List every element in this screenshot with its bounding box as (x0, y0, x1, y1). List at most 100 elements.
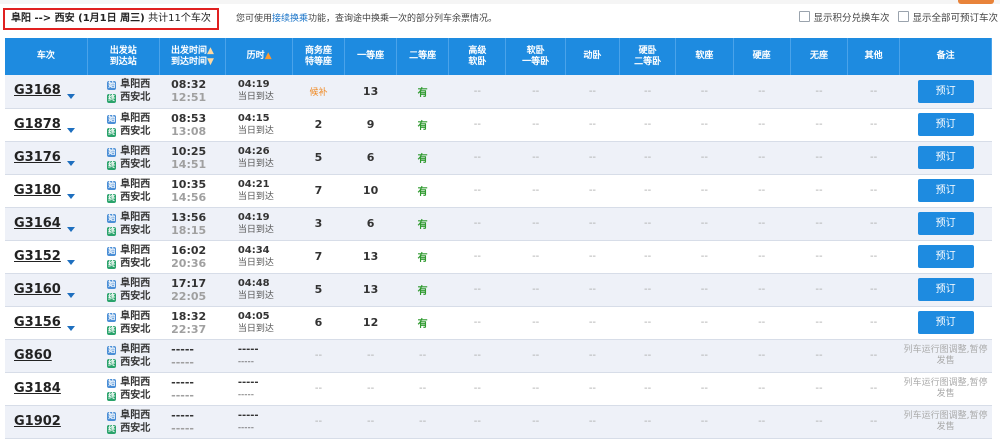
book-button[interactable]: 预订 (917, 113, 974, 136)
train-number-link[interactable]: G3180 (14, 183, 61, 198)
business-seat[interactable]: 7 (292, 240, 345, 274)
arrive-day: 当日到达 (237, 158, 274, 169)
business-seat[interactable]: 5 (292, 273, 345, 307)
business-seat[interactable]: -- (292, 339, 345, 373)
hard-seat: -- (733, 75, 791, 109)
arrival-time: ----- (171, 388, 194, 402)
train-cell: G3180 (5, 174, 88, 208)
first-class-seat[interactable]: 10 (344, 174, 397, 208)
departure-time: ----- (171, 375, 194, 389)
duration-cell: 04:34 当日到达 (225, 240, 293, 274)
train-number-link[interactable]: G3176 (14, 150, 61, 165)
book-button[interactable]: 预订 (917, 179, 974, 202)
route-text: 阜阳 --> 西安 (1月1日 周三) (11, 13, 145, 24)
second-class-seat[interactable]: 有 (396, 75, 449, 109)
points-checkbox[interactable] (799, 11, 811, 22)
chevron-down-icon[interactable] (66, 259, 75, 265)
first-class-seat[interactable]: 13 (344, 75, 397, 109)
chevron-down-icon[interactable] (66, 226, 75, 232)
second-class-seat[interactable]: 有 (396, 108, 449, 142)
duration-cell: 04:48 当日到达 (225, 273, 293, 307)
book-button[interactable]: 预订 (917, 311, 974, 334)
second-class-seat[interactable]: 有 (396, 141, 449, 175)
sort-up-icon[interactable]: ▲ (207, 46, 214, 56)
chevron-down-icon[interactable] (66, 160, 75, 166)
stations-cell: 始阜阳西终西安北 (87, 306, 160, 340)
header-duration[interactable]: 历时▲ (225, 38, 293, 75)
no-seat: -- (790, 75, 848, 109)
sort-icon[interactable]: ▲ (265, 51, 272, 61)
second-class-seat[interactable]: 有 (396, 273, 449, 307)
remark-cell: 列车运行图调整,暂停发售 (899, 372, 992, 406)
other-seat: -- (847, 372, 900, 406)
second-class-seat[interactable]: -- (396, 372, 449, 406)
soft-seat: -- (675, 240, 734, 274)
train-number-link[interactable]: G1878 (14, 117, 61, 132)
train-number-link[interactable]: G3156 (14, 315, 61, 330)
book-button[interactable]: 预订 (917, 146, 974, 169)
business-seat[interactable]: 候补 (292, 75, 345, 109)
first-class-seat[interactable]: 12 (344, 306, 397, 340)
first-class-seat[interactable]: -- (344, 405, 397, 439)
first-class-seat[interactable]: -- (344, 339, 397, 373)
sort-down-icon[interactable]: ▼ (207, 57, 214, 67)
other-seat: -- (847, 141, 900, 175)
train-number-link[interactable]: G3184 (14, 381, 61, 396)
origin-station-icon: 始 (107, 279, 117, 289)
chevron-down-icon[interactable] (66, 94, 75, 100)
hard-seat: -- (733, 405, 791, 439)
train-number-link[interactable]: G3168 (14, 83, 61, 98)
second-class-seat[interactable]: 有 (396, 207, 449, 241)
second-class-seat[interactable]: 有 (396, 174, 449, 208)
chevron-down-icon[interactable] (66, 292, 75, 298)
no-seat: -- (790, 339, 848, 373)
book-button[interactable]: 预订 (917, 245, 974, 268)
first-class-seat[interactable]: 6 (344, 207, 397, 241)
train-number-link[interactable]: G1902 (14, 414, 61, 429)
first-class-seat[interactable]: 13 (344, 240, 397, 274)
book-button[interactable]: 预订 (917, 212, 974, 235)
first-class-seat[interactable]: 6 (344, 141, 397, 175)
business-seat[interactable]: 7 (292, 174, 345, 208)
train-number-link[interactable]: G3152 (14, 249, 61, 264)
soft-sleeper: -- (505, 273, 566, 307)
book-button[interactable]: 预订 (917, 278, 974, 301)
train-number-link[interactable]: G860 (14, 348, 52, 363)
first-class-seat[interactable]: 9 (344, 108, 397, 142)
table-header: 车次 出发站 到达站 出发时间▲ 到达时间▼ 历时▲ 商务座 特等座 一等座 二等座 … (5, 38, 992, 75)
terminal-station-icon: 终 (107, 292, 117, 302)
hard-sleeper: -- (619, 273, 676, 307)
second-class-seat[interactable]: 有 (396, 306, 449, 340)
business-seat[interactable]: -- (292, 405, 345, 439)
header-times[interactable]: 出发时间▲ 到达时间▼ (159, 38, 227, 75)
all-bookable-checkbox[interactable] (898, 11, 910, 22)
times-cell: ----- ----- (159, 405, 226, 439)
chevron-down-icon[interactable] (66, 325, 75, 331)
remark-cell: 预订 (899, 273, 992, 307)
chevron-down-icon[interactable] (66, 127, 75, 133)
hard-sleeper: -- (619, 306, 676, 340)
business-seat[interactable]: 2 (292, 108, 345, 142)
origin-station-icon: 始 (107, 312, 117, 322)
first-class-seat[interactable]: -- (344, 372, 397, 406)
second-class-seat[interactable]: -- (396, 339, 449, 373)
to-station: 西安北 (120, 422, 151, 434)
terminal-station-icon: 终 (107, 193, 117, 203)
first-class-seat[interactable]: 13 (344, 273, 397, 307)
second-class-seat[interactable]: 有 (396, 240, 449, 274)
train-number-link[interactable]: G3164 (14, 216, 61, 231)
business-seat[interactable]: -- (292, 372, 345, 406)
header-train[interactable]: 车次 (5, 38, 88, 75)
train-number-link[interactable]: G3160 (14, 282, 61, 297)
transfer-link[interactable]: 接续换乘 (272, 14, 308, 24)
business-seat[interactable]: 5 (292, 141, 345, 175)
train-cell: G3184 (5, 372, 88, 406)
business-seat[interactable]: 6 (292, 306, 345, 340)
business-seat[interactable]: 3 (292, 207, 345, 241)
second-class-seat[interactable]: -- (396, 405, 449, 439)
hard-seat: -- (733, 141, 791, 175)
duration: ----- (237, 409, 259, 421)
chevron-down-icon[interactable] (66, 193, 75, 199)
book-button[interactable]: 预订 (917, 79, 974, 103)
top-right-tab[interactable] (958, 0, 994, 4)
